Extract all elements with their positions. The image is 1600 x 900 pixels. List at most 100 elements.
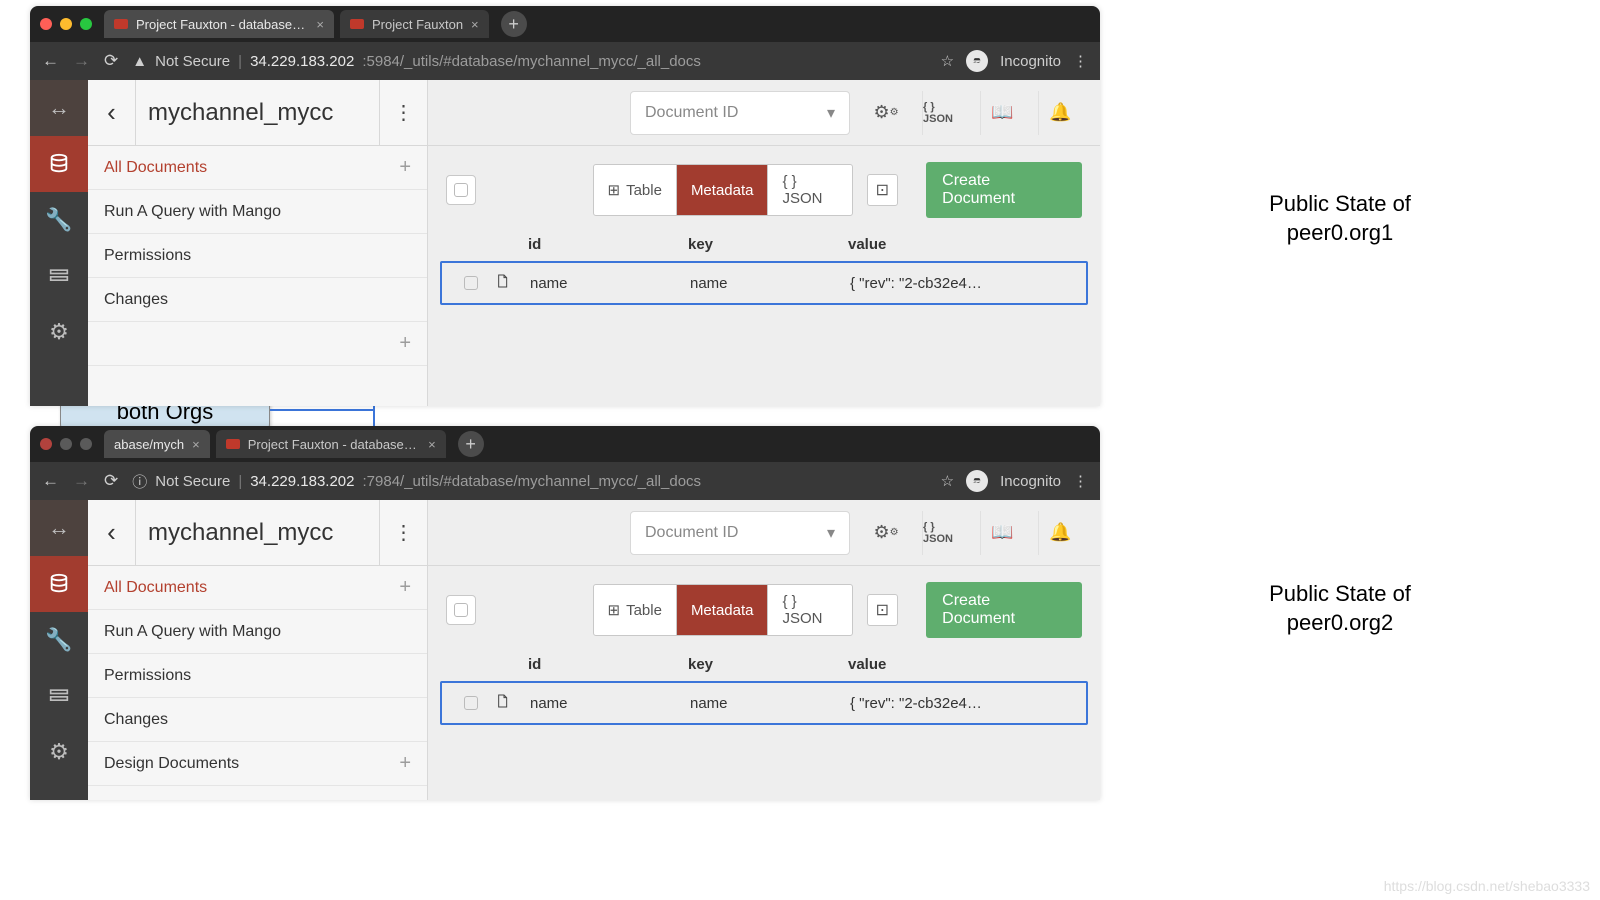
maximize-window-icon[interactable] [80, 18, 92, 30]
url-host: 34.229.183.202 [250, 473, 354, 490]
sidebar-item-changes[interactable]: Changes [88, 278, 427, 322]
tab-label: Project Fauxton - database/mych [136, 17, 308, 32]
create-document-button[interactable]: Create Document [926, 582, 1082, 638]
sidebar-item-label: Changes [104, 711, 168, 729]
rail-setup-icon[interactable]: 🔧 [30, 192, 88, 248]
table-row[interactable]: name name { "rev": "2-cb32e4… [440, 681, 1088, 725]
rail-config-icon[interactable]: ⚙ [30, 724, 88, 780]
star-icon[interactable]: ☆ [941, 472, 954, 490]
select-all-checkbox[interactable] [446, 175, 476, 205]
query-options-icon[interactable]: ⚙⚙ [864, 91, 908, 135]
close-window-icon[interactable] [40, 18, 52, 30]
notifications-icon[interactable]: 🔔 [1038, 511, 1082, 555]
notifications-icon[interactable]: 🔔 [1038, 91, 1082, 135]
column-key: key [688, 236, 848, 253]
rail-expand-icon[interactable]: ↔ [30, 80, 88, 136]
sidebar-item-label: Permissions [104, 667, 191, 685]
browser-tab[interactable]: Project Fauxton × [340, 10, 489, 38]
include-docs-toggle[interactable]: ⊡ [867, 594, 899, 626]
annotation-org2: Public State of peer0.org2 [1210, 580, 1470, 637]
reload-icon[interactable]: ⟳ [104, 51, 118, 71]
maximize-window-icon[interactable] [80, 438, 92, 450]
sidebar-item-label: Design Documents [104, 755, 239, 773]
create-document-button[interactable]: Create Document [926, 162, 1082, 218]
docs-icon[interactable]: 📖 [980, 91, 1024, 135]
document-id-dropdown[interactable]: Document ID ▾ [630, 91, 850, 135]
view-metadata-button[interactable]: Metadata [677, 165, 769, 215]
sidebar-item-design-docs[interactable]: + [88, 322, 427, 366]
sidebar-item-permissions[interactable]: Permissions [88, 654, 427, 698]
view-table-button[interactable]: ⊞Table [594, 165, 677, 215]
view-table-button[interactable]: ⊞Table [594, 585, 677, 635]
minimize-window-icon[interactable] [60, 18, 72, 30]
close-window-icon[interactable] [40, 438, 52, 450]
browser-tab-active[interactable]: abase/mych × [104, 430, 210, 458]
sidebar-item-mango[interactable]: Run A Query with Mango [88, 190, 427, 234]
sidebar-item-all-documents[interactable]: All Documents + [88, 146, 427, 190]
row-checkbox[interactable] [464, 696, 478, 710]
url-field[interactable]: ⓘ Not Secure | 34.229.183.202:7984/_util… [132, 471, 926, 492]
view-metadata-button[interactable]: Metadata [677, 585, 769, 635]
row-key: name [690, 275, 850, 292]
include-docs-toggle[interactable]: ⊡ [867, 174, 899, 206]
add-icon[interactable]: + [399, 332, 411, 355]
nav-forward-icon[interactable]: → [73, 471, 90, 491]
view-json-button[interactable]: { } JSON [768, 165, 851, 215]
view-mode-toggle: ⊞Table Metadata { } JSON [593, 584, 853, 636]
sidebar-item-all-documents[interactable]: All Documents + [88, 566, 427, 610]
new-tab-button[interactable]: + [501, 11, 527, 37]
sidebar-item-design-docs[interactable]: Design Documents + [88, 742, 427, 786]
column-id: id [528, 656, 688, 673]
row-checkbox[interactable] [464, 276, 478, 290]
sidebar-item-mango[interactable]: Run A Query with Mango [88, 610, 427, 654]
rail-replication-icon[interactable] [30, 668, 88, 724]
docs-icon[interactable]: 📖 [980, 511, 1024, 555]
chevron-down-icon: ▾ [827, 103, 835, 123]
url-field[interactable]: ▲ Not Secure | 34.229.183.202:5984/_util… [132, 53, 926, 70]
sidebar-item-changes[interactable]: Changes [88, 698, 427, 742]
nav-back-icon[interactable]: ← [42, 51, 59, 71]
rail-databases-icon[interactable] [30, 556, 88, 612]
back-button[interactable]: ‹ [88, 80, 136, 145]
json-view-icon[interactable]: { } JSON [922, 511, 966, 555]
star-icon[interactable]: ☆ [941, 52, 954, 70]
annotation-org1: Public State of peer0.org1 [1210, 190, 1470, 247]
minimize-window-icon[interactable] [60, 438, 72, 450]
query-options-icon[interactable]: ⚙⚙ [864, 511, 908, 555]
rail-expand-icon[interactable]: ↔ [30, 500, 88, 556]
add-icon[interactable]: + [399, 156, 411, 179]
document-id-dropdown[interactable]: Document ID ▾ [630, 511, 850, 555]
rail-replication-icon[interactable] [30, 248, 88, 304]
nav-forward-icon[interactable]: → [73, 51, 90, 71]
browser-tab[interactable]: Project Fauxton - database/mych × [216, 430, 446, 458]
new-tab-button[interactable]: + [458, 431, 484, 457]
select-all-checkbox[interactable] [446, 595, 476, 625]
view-mode-toggle: ⊞Table Metadata { } JSON [593, 164, 853, 216]
json-view-icon[interactable]: { } JSON [922, 91, 966, 135]
browser-menu-icon[interactable]: ⋮ [1073, 472, 1088, 490]
rail-setup-icon[interactable]: 🔧 [30, 612, 88, 668]
nav-back-icon[interactable]: ← [42, 471, 59, 491]
document-icon [494, 273, 510, 289]
back-button[interactable]: ‹ [88, 500, 136, 565]
db-menu-button[interactable]: ⋮ [379, 80, 427, 145]
tab-label: Project Fauxton [372, 17, 463, 32]
close-tab-icon[interactable]: × [428, 437, 436, 452]
db-menu-button[interactable]: ⋮ [379, 500, 427, 565]
watermark: https://blog.csdn.net/shebao3333 [1384, 878, 1590, 894]
not-secure-icon: ▲ [132, 53, 147, 70]
close-tab-icon[interactable]: × [316, 17, 324, 32]
browser-menu-icon[interactable]: ⋮ [1073, 52, 1088, 70]
url-host: 34.229.183.202 [250, 53, 354, 70]
close-tab-icon[interactable]: × [471, 17, 479, 32]
add-icon[interactable]: + [399, 752, 411, 775]
table-row[interactable]: name name { "rev": "2-cb32e4… [440, 261, 1088, 305]
sidebar-item-permissions[interactable]: Permissions [88, 234, 427, 278]
add-icon[interactable]: + [399, 576, 411, 599]
rail-config-icon[interactable]: ⚙ [30, 304, 88, 360]
close-tab-icon[interactable]: × [192, 437, 200, 452]
browser-tab-active[interactable]: Project Fauxton - database/mych × [104, 10, 334, 38]
rail-databases-icon[interactable] [30, 136, 88, 192]
view-json-button[interactable]: { } JSON [768, 585, 851, 635]
reload-icon[interactable]: ⟳ [104, 471, 118, 491]
